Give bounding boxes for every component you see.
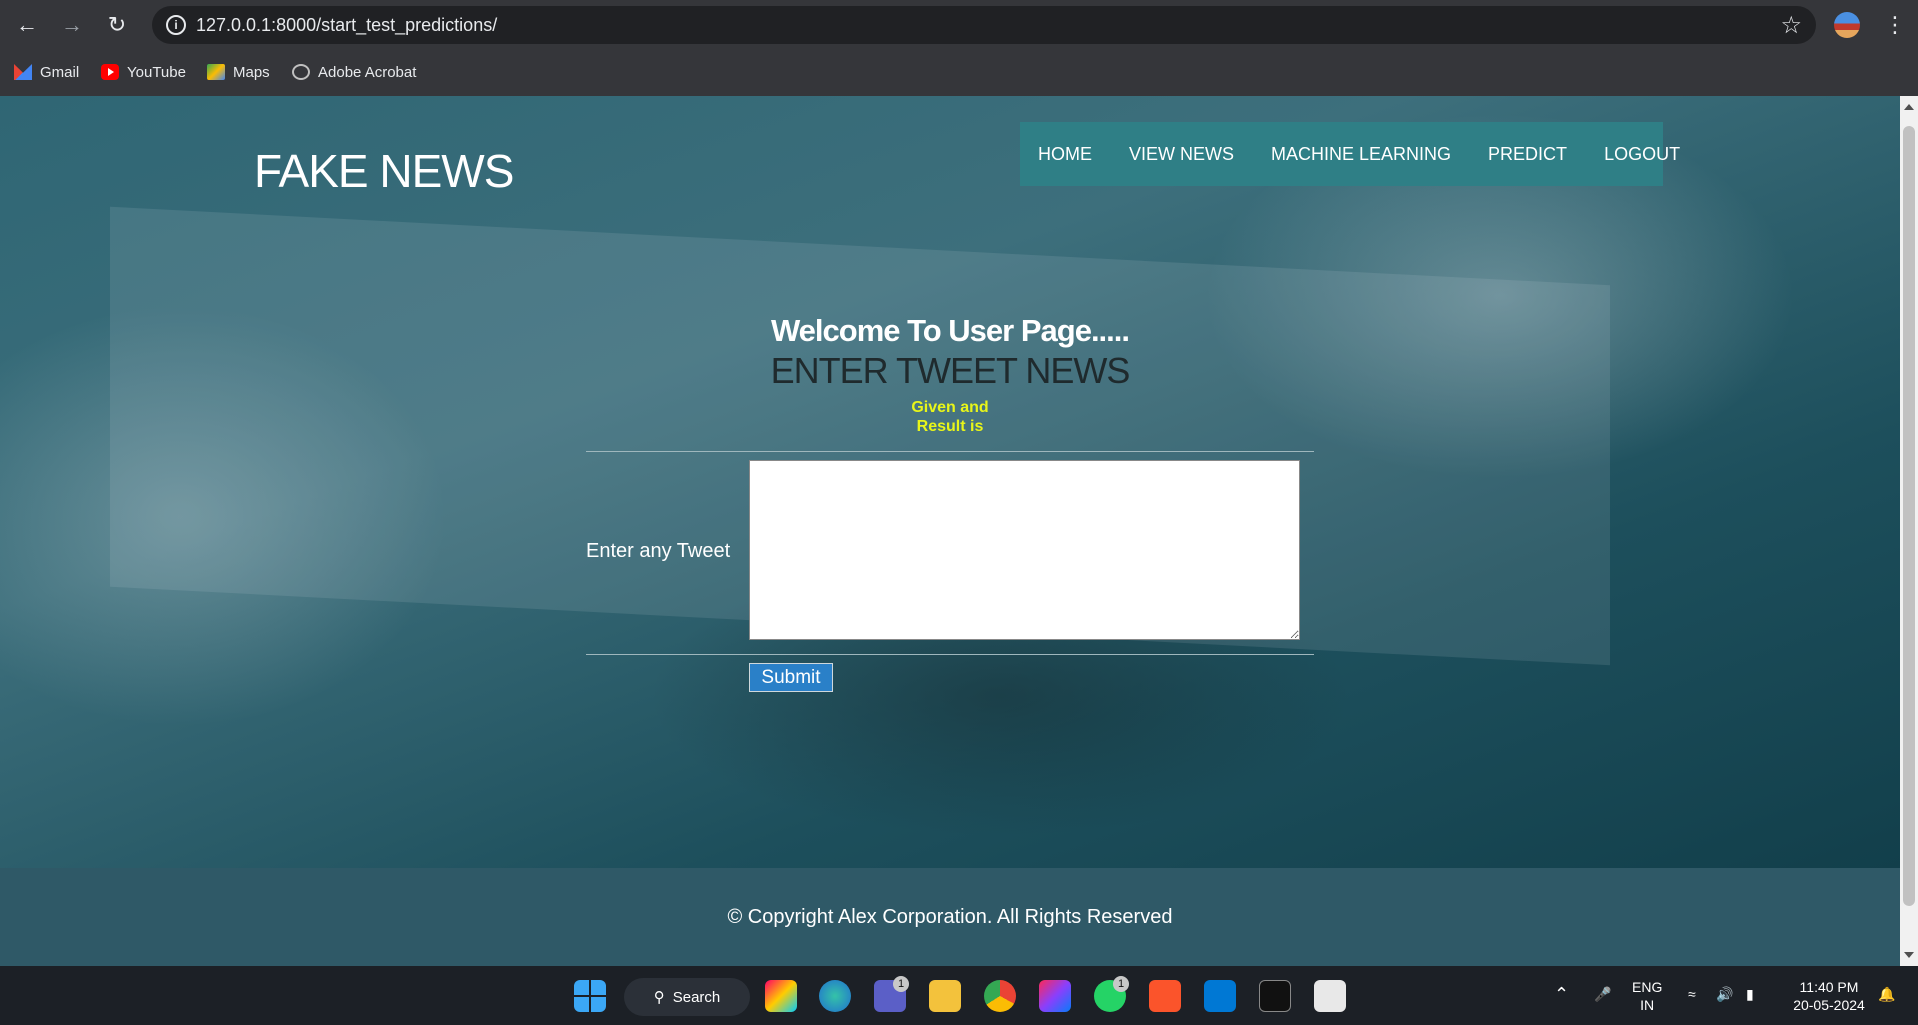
nav-logout[interactable]: LOGOUT: [1604, 144, 1680, 165]
taskbar-search[interactable]: ⚲ Search: [624, 978, 750, 1016]
windows-start-icon[interactable]: [574, 980, 606, 1012]
reload-icon[interactable]: ↻: [102, 12, 132, 38]
submit-button[interactable]: Submit: [749, 663, 833, 692]
bookmark-label: Gmail: [40, 63, 80, 81]
snipping-tool-icon[interactable]: [1314, 980, 1346, 1012]
divider: [586, 451, 1314, 452]
tweet-label: Enter any Tweet: [586, 540, 731, 562]
forward-icon[interactable]: →: [57, 12, 87, 38]
bookmark-label: Adobe Acrobat: [318, 63, 417, 81]
edge-icon[interactable]: [819, 980, 851, 1012]
brave-icon[interactable]: [1149, 980, 1181, 1012]
copyright-text: © Copyright Alex Corporation. All Rights…: [727, 906, 1173, 928]
nav-view-news[interactable]: VIEW NEWS: [1129, 144, 1234, 165]
chevron-up-icon[interactable]: ⌃: [1554, 985, 1569, 1003]
terminal-icon[interactable]: [1259, 980, 1291, 1012]
language-indicator[interactable]: ENG IN: [1632, 978, 1662, 1014]
profile-avatar[interactable]: [1834, 12, 1860, 38]
vscode-icon[interactable]: [1204, 980, 1236, 1012]
file-explorer-icon[interactable]: [929, 980, 961, 1012]
teams-badge: 1: [893, 976, 909, 992]
tweet-input[interactable]: [749, 460, 1300, 640]
site-brand[interactable]: FAKE NEWS: [254, 144, 514, 198]
url-text[interactable]: 127.0.0.1:8000/start_test_predictions/: [196, 15, 497, 36]
gmail-icon: [14, 64, 32, 80]
nav-predict[interactable]: PREDICT: [1488, 144, 1567, 165]
clock-date: 20-05-2024: [1793, 997, 1865, 1013]
youtube-icon: [101, 64, 119, 80]
bookmarks-bar: [0, 50, 1918, 96]
back-icon[interactable]: ←: [12, 12, 42, 38]
globe-icon: [292, 64, 310, 80]
clock[interactable]: 11:40 PM 20-05-2024: [1784, 978, 1874, 1014]
notification-icon[interactable]: 🔔: [1878, 985, 1895, 1003]
lang-top: ENG: [1632, 979, 1663, 995]
search-icon: ⚲: [653, 989, 665, 1006]
copilot-icon[interactable]: [765, 980, 797, 1012]
clock-time: 11:40 PM: [1799, 979, 1859, 995]
bookmark-youtube[interactable]: YouTube: [101, 60, 186, 84]
wifi-icon[interactable]: ≈: [1688, 985, 1696, 1003]
welcome-heading: Welcome To User Page.....: [770, 313, 1130, 348]
bookmark-adobe-acrobat[interactable]: Adobe Acrobat: [292, 60, 416, 84]
maps-icon: [207, 64, 225, 80]
address-bar[interactable]: i 127.0.0.1:8000/start_test_predictions/…: [152, 6, 1816, 44]
volume-icon[interactable]: 🔊: [1716, 985, 1733, 1003]
page-title: ENTER TWEET NEWS: [770, 350, 1131, 391]
given-line: Given and: [911, 399, 989, 416]
scroll-down-icon[interactable]: [1904, 952, 1914, 958]
page-scrollbar[interactable]: [1900, 96, 1918, 966]
site-info-icon[interactable]: i: [166, 15, 186, 35]
microphone-icon[interactable]: 🎤: [1594, 985, 1611, 1003]
main-nav: HOME VIEW NEWS MACHINE LEARNING PREDICT …: [1020, 122, 1680, 186]
page-viewport: FAKE NEWS HOME VIEW NEWS MACHINE LEARNIN…: [0, 96, 1900, 966]
battery-icon[interactable]: ▮: [1746, 985, 1754, 1003]
search-label: Search: [672, 988, 721, 1006]
bookmark-star-icon[interactable]: ☆: [1780, 11, 1802, 40]
chrome-icon[interactable]: [984, 980, 1016, 1012]
nav-machine-learning[interactable]: MACHINE LEARNING: [1271, 144, 1451, 165]
bookmark-maps[interactable]: Maps: [207, 60, 270, 84]
scroll-up-icon[interactable]: [1904, 104, 1914, 110]
result-text: Given and Result is: [0, 398, 1900, 436]
result-line: Result is: [916, 418, 984, 435]
bookmark-gmail[interactable]: Gmail: [14, 60, 79, 84]
bookmark-label: Maps: [233, 63, 270, 81]
divider: [586, 654, 1314, 655]
scroll-thumb[interactable]: [1903, 126, 1915, 906]
intellij-icon[interactable]: [1039, 980, 1071, 1012]
bookmark-label: YouTube: [127, 63, 186, 81]
nav-home[interactable]: HOME: [1038, 144, 1092, 165]
footer: © Copyright Alex Corporation. All Rights…: [0, 868, 1900, 966]
browser-menu-icon[interactable]: ⋮: [1884, 12, 1906, 38]
lang-bottom: IN: [1640, 997, 1655, 1013]
whatsapp-badge: 1: [1113, 976, 1129, 992]
